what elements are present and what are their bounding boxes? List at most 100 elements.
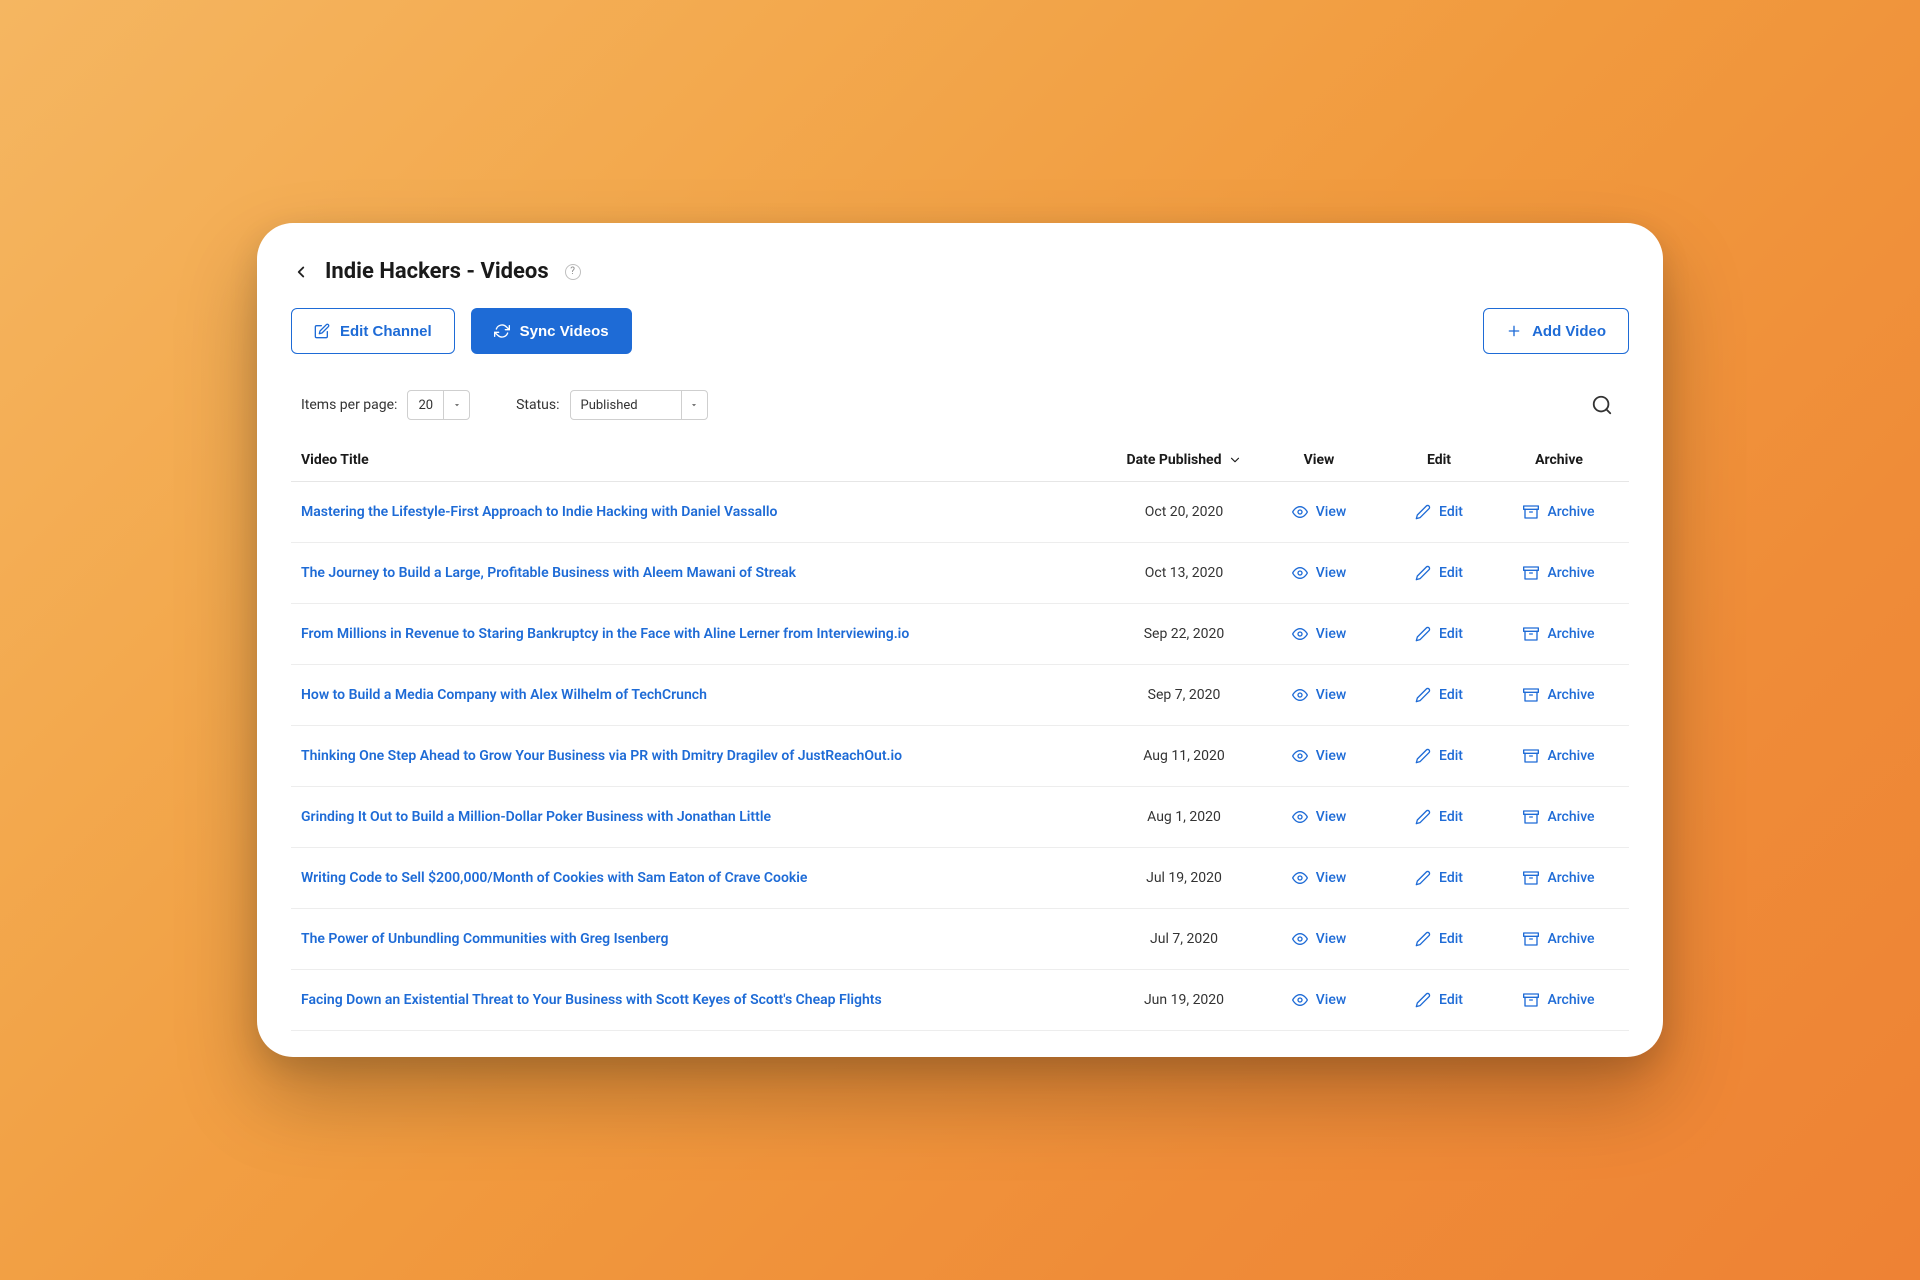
view-action[interactable]: View	[1259, 748, 1379, 764]
archive-action[interactable]: Archive	[1499, 870, 1619, 886]
chevron-down-icon	[1228, 453, 1242, 467]
video-title-link[interactable]: Grinding It Out to Build a Million-Dolla…	[301, 809, 1109, 825]
archive-label: Archive	[1547, 748, 1594, 764]
view-action[interactable]: View	[1259, 504, 1379, 520]
archive-label: Archive	[1547, 870, 1594, 886]
videos-table: Video Title Date Published View Edit Arc…	[291, 438, 1629, 1031]
archive-icon	[1523, 870, 1539, 886]
eye-icon	[1292, 748, 1308, 764]
edit-label: Edit	[1439, 504, 1463, 520]
archive-action[interactable]: Archive	[1499, 931, 1619, 947]
archive-action[interactable]: Archive	[1499, 504, 1619, 520]
edit-channel-button[interactable]: Edit Channel	[291, 308, 455, 354]
pencil-icon	[1415, 565, 1431, 581]
video-title-link[interactable]: Mastering the Lifestyle-First Approach t…	[301, 504, 1109, 520]
edit-action[interactable]: Edit	[1379, 626, 1499, 642]
edit-action[interactable]: Edit	[1379, 687, 1499, 703]
col-title: Video Title	[301, 452, 1109, 468]
archive-action[interactable]: Archive	[1499, 565, 1619, 581]
video-title-link[interactable]: The Power of Unbundling Communities with…	[301, 931, 1109, 947]
page-title: Indie Hackers - Videos	[325, 259, 549, 284]
archive-icon	[1523, 809, 1539, 825]
edit-action[interactable]: Edit	[1379, 992, 1499, 1008]
video-title-link[interactable]: Writing Code to Sell $200,000/Month of C…	[301, 870, 1109, 886]
back-chevron-icon[interactable]	[291, 262, 311, 282]
col-archive: Archive	[1499, 452, 1619, 468]
pencil-icon	[1415, 626, 1431, 642]
archive-label: Archive	[1547, 992, 1594, 1008]
add-video-label: Add Video	[1532, 323, 1606, 340]
edit-action[interactable]: Edit	[1379, 931, 1499, 947]
edit-label: Edit	[1439, 992, 1463, 1008]
pencil-icon	[1415, 748, 1431, 764]
edit-channel-label: Edit Channel	[340, 323, 432, 340]
view-label: View	[1316, 809, 1347, 825]
archive-icon	[1523, 565, 1539, 581]
edit-action[interactable]: Edit	[1379, 565, 1499, 581]
add-video-button[interactable]: Add Video	[1483, 308, 1629, 354]
pencil-icon	[1415, 992, 1431, 1008]
table-row: Writing Code to Sell $200,000/Month of C…	[291, 848, 1629, 909]
col-view: View	[1259, 452, 1379, 468]
edit-action[interactable]: Edit	[1379, 870, 1499, 886]
eye-icon	[1292, 565, 1308, 581]
eye-icon	[1292, 809, 1308, 825]
view-action[interactable]: View	[1259, 992, 1379, 1008]
video-title-link[interactable]: Facing Down an Existential Threat to You…	[301, 992, 1109, 1008]
search-icon[interactable]	[1591, 394, 1613, 416]
table-row: Grinding It Out to Build a Million-Dolla…	[291, 787, 1629, 848]
video-date: Oct 20, 2020	[1109, 504, 1259, 520]
sync-videos-button[interactable]: Sync Videos	[471, 308, 632, 354]
archive-action[interactable]: Archive	[1499, 626, 1619, 642]
archive-action[interactable]: Archive	[1499, 809, 1619, 825]
video-title-link[interactable]: The Journey to Build a Large, Profitable…	[301, 565, 1109, 581]
plus-icon	[1506, 323, 1522, 339]
video-date: Aug 11, 2020	[1109, 748, 1259, 764]
eye-icon	[1292, 931, 1308, 947]
status-value: Published	[571, 398, 681, 413]
view-action[interactable]: View	[1259, 931, 1379, 947]
filters-bar: Items per page: 20 Status: Published	[291, 390, 1629, 438]
video-date: Sep 7, 2020	[1109, 687, 1259, 703]
view-action[interactable]: View	[1259, 565, 1379, 581]
edit-action[interactable]: Edit	[1379, 748, 1499, 764]
archive-icon	[1523, 626, 1539, 642]
edit-action[interactable]: Edit	[1379, 504, 1499, 520]
archive-action[interactable]: Archive	[1499, 687, 1619, 703]
view-action[interactable]: View	[1259, 809, 1379, 825]
help-icon[interactable]: ?	[565, 264, 581, 280]
video-date: Oct 13, 2020	[1109, 565, 1259, 581]
video-title-link[interactable]: How to Build a Media Company with Alex W…	[301, 687, 1109, 703]
items-per-page-select[interactable]: 20	[407, 390, 470, 420]
col-edit: Edit	[1379, 452, 1499, 468]
view-label: View	[1316, 870, 1347, 886]
status-select[interactable]: Published	[570, 390, 708, 420]
video-date: Jul 7, 2020	[1109, 931, 1259, 947]
view-action[interactable]: View	[1259, 870, 1379, 886]
col-date[interactable]: Date Published	[1109, 452, 1259, 468]
table-row: Thinking One Step Ahead to Grow Your Bus…	[291, 726, 1629, 787]
edit-label: Edit	[1439, 565, 1463, 581]
table-row: Facing Down an Existential Threat to You…	[291, 970, 1629, 1031]
table-row: From Millions in Revenue to Staring Bank…	[291, 604, 1629, 665]
edit-action[interactable]: Edit	[1379, 809, 1499, 825]
view-action[interactable]: View	[1259, 626, 1379, 642]
pencil-icon	[1415, 931, 1431, 947]
caret-down-icon	[443, 391, 469, 419]
col-date-label: Date Published	[1127, 452, 1222, 468]
edit-label: Edit	[1439, 809, 1463, 825]
archive-icon	[1523, 504, 1539, 520]
video-date: Jun 19, 2020	[1109, 992, 1259, 1008]
video-title-link[interactable]: Thinking One Step Ahead to Grow Your Bus…	[301, 748, 1109, 764]
video-date: Aug 1, 2020	[1109, 809, 1259, 825]
video-title-link[interactable]: From Millions in Revenue to Staring Bank…	[301, 626, 1109, 642]
eye-icon	[1292, 504, 1308, 520]
edit-label: Edit	[1439, 687, 1463, 703]
archive-action[interactable]: Archive	[1499, 748, 1619, 764]
archive-label: Archive	[1547, 565, 1594, 581]
view-action[interactable]: View	[1259, 687, 1379, 703]
archive-action[interactable]: Archive	[1499, 992, 1619, 1008]
table-row: The Journey to Build a Large, Profitable…	[291, 543, 1629, 604]
table-row: How to Build a Media Company with Alex W…	[291, 665, 1629, 726]
video-date: Sep 22, 2020	[1109, 626, 1259, 642]
